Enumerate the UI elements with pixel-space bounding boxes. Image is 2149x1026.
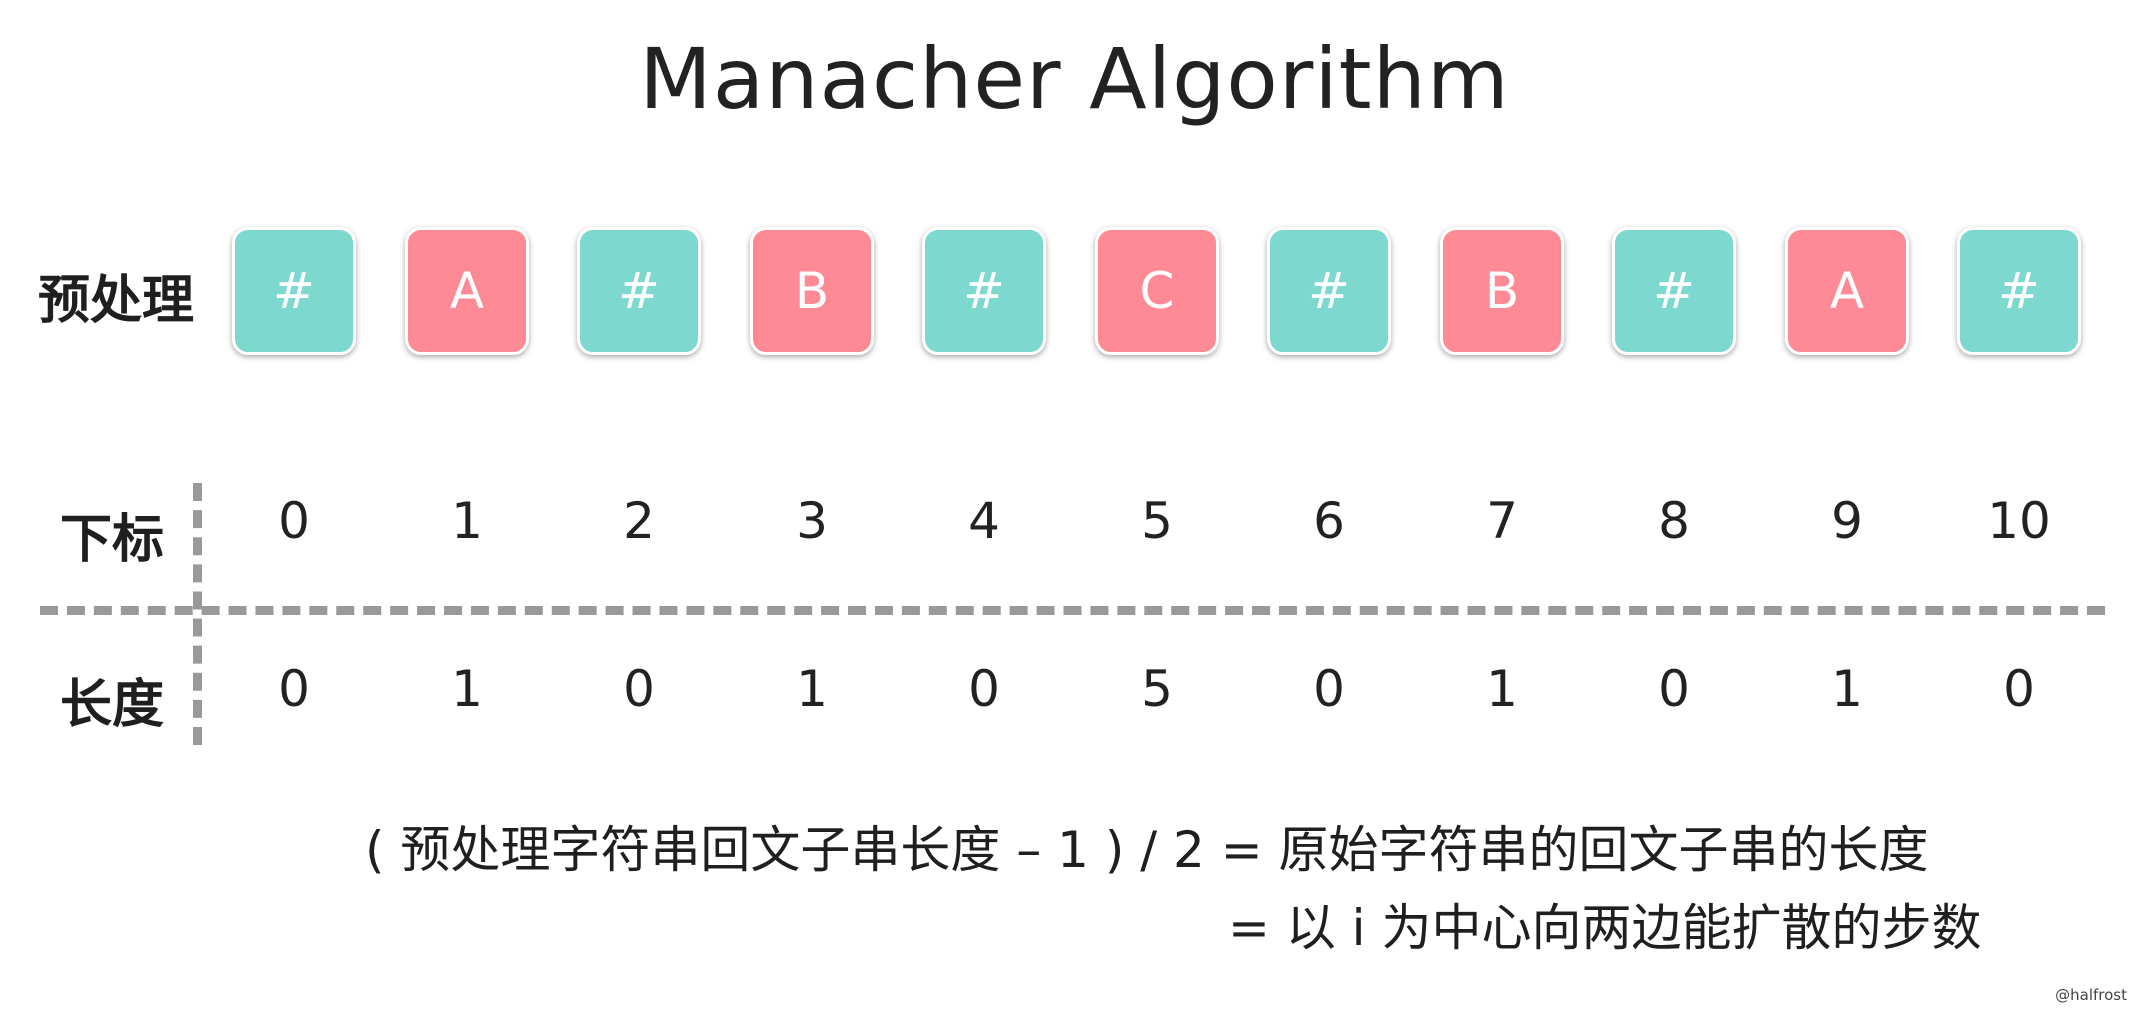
length-label: 长度 — [60, 675, 165, 735]
index-label: 下标 — [60, 510, 165, 570]
length-value: 1 — [451, 660, 483, 718]
length-value: 1 — [1486, 660, 1518, 718]
string-cell: # — [232, 227, 356, 355]
string-cell: B — [1440, 227, 1564, 355]
index-value: 9 — [1831, 492, 1863, 550]
index-value: 6 — [1313, 492, 1345, 550]
string-cell: B — [750, 227, 874, 355]
length-value: 0 — [2003, 660, 2035, 718]
watermark: @halfrost — [2055, 986, 2127, 1004]
index-value: 5 — [1141, 492, 1173, 550]
index-value: 8 — [1658, 492, 1690, 550]
formula-line-2: = 以 i 为中心向两边能扩散的步数 — [1228, 899, 1982, 957]
length-value: 0 — [1658, 660, 1690, 718]
index-value: 7 — [1486, 492, 1518, 550]
string-cell: # — [1957, 227, 2081, 355]
length-value: 0 — [968, 660, 1000, 718]
index-value: 2 — [623, 492, 655, 550]
string-cell: C — [1095, 227, 1219, 355]
string-cell: # — [922, 227, 1046, 355]
string-cell: A — [405, 227, 529, 355]
preprocess-label: 预处理 — [38, 271, 195, 331]
length-value: 1 — [796, 660, 828, 718]
string-cell: # — [1612, 227, 1736, 355]
index-value: 4 — [968, 492, 1000, 550]
length-value: 5 — [1141, 660, 1173, 718]
length-value: 1 — [1831, 660, 1863, 718]
index-value: 1 — [451, 492, 483, 550]
string-cell: A — [1785, 227, 1909, 355]
index-value: 0 — [278, 492, 310, 550]
horizontal-divider — [40, 606, 2105, 615]
length-value: 0 — [278, 660, 310, 718]
string-cell: # — [1267, 227, 1391, 355]
string-cell: # — [577, 227, 701, 355]
formula-line-1: ( 预处理字符串回文子串长度 – 1 ) / 2 = 原始字符串的回文子串的长度 — [365, 821, 1929, 879]
length-value: 0 — [1313, 660, 1345, 718]
length-value: 0 — [623, 660, 655, 718]
page-title: Manacher Algorithm — [639, 30, 1510, 128]
index-value: 10 — [1987, 492, 2051, 550]
index-value: 3 — [796, 492, 828, 550]
